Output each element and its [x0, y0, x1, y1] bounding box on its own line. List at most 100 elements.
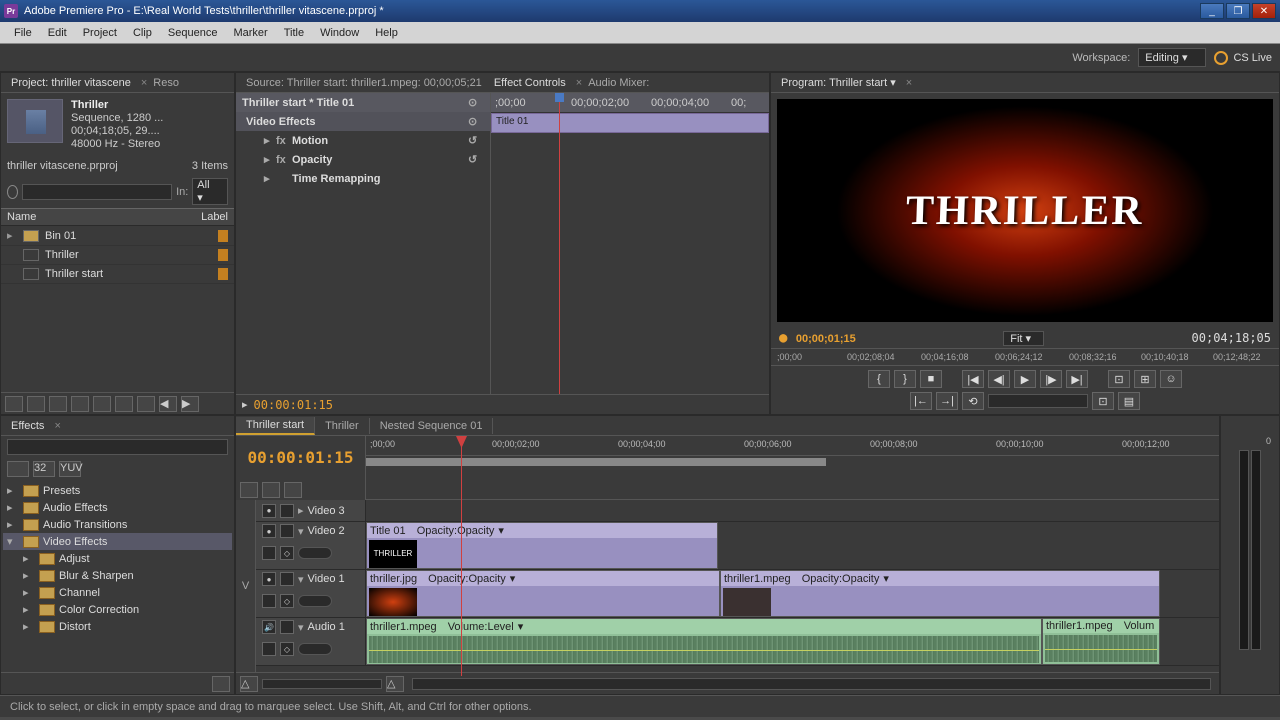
- track-lock-a1[interactable]: [280, 620, 294, 634]
- effects-32bit-button[interactable]: 32: [33, 461, 55, 477]
- mark-in-button[interactable]: {: [868, 370, 890, 388]
- clip-title01[interactable]: Title 01 Opacity:Opacity ▾ THRILLER: [366, 522, 718, 569]
- prev-button[interactable]: ◀: [159, 396, 177, 412]
- effect-time-remap[interactable]: Time Remapping: [292, 173, 484, 185]
- menu-marker[interactable]: Marker: [225, 25, 275, 41]
- collapse-icon[interactable]: ▾: [298, 525, 304, 538]
- find-button[interactable]: [71, 396, 89, 412]
- resource-tab[interactable]: Reso: [147, 75, 185, 91]
- project-tab[interactable]: Project: thriller vitascene: [5, 75, 137, 91]
- go-to-in-button[interactable]: |◀: [962, 370, 984, 388]
- new-bin-button[interactable]: [93, 396, 111, 412]
- rec-a1[interactable]: [262, 642, 276, 656]
- program-tab-close[interactable]: ×: [906, 77, 912, 89]
- column-label-header[interactable]: Label: [201, 211, 228, 223]
- step-forward-button[interactable]: |▶: [1040, 370, 1062, 388]
- ec-clip-bar[interactable]: Title 01: [491, 113, 769, 133]
- snap-button[interactable]: [240, 482, 258, 498]
- list-view-button[interactable]: [5, 396, 23, 412]
- zoom-in-button[interactable]: △: [386, 676, 404, 692]
- prev-edit-button[interactable]: |←: [910, 392, 932, 410]
- track-lane-v3[interactable]: [366, 500, 1219, 522]
- ec-ruler[interactable]: ;00;00 00;00;02;00 00;00;04;00 00;: [491, 93, 769, 113]
- zoom-select[interactable]: Fit ▾: [1003, 331, 1044, 346]
- program-viewer[interactable]: THRILLER: [777, 99, 1273, 322]
- next-edit-button[interactable]: →|: [936, 392, 958, 410]
- marker-button[interactable]: [262, 482, 280, 498]
- clip-thriller-jpg[interactable]: thriller.jpg Opacity:Opacity ▾: [366, 570, 720, 617]
- timeline-tab-thriller[interactable]: Thriller: [315, 418, 370, 434]
- menu-help[interactable]: Help: [367, 25, 406, 41]
- tree-folder-video-effects[interactable]: ▾ Video Effects: [3, 533, 232, 550]
- track-eye-v1[interactable]: ●: [262, 572, 276, 586]
- ec-playhead[interactable]: [559, 93, 560, 394]
- toggle-icon[interactable]: ⊙: [468, 115, 484, 128]
- timeline-ruler[interactable]: ;00;00 00;00;02;00 00;00;04;00 00;00;06;…: [366, 436, 1219, 456]
- ec-timecode[interactable]: 00:00:01:15: [254, 398, 333, 412]
- tree-folder-audio-effects[interactable]: ▸ Audio Effects: [3, 499, 232, 516]
- new-item-button[interactable]: [115, 396, 133, 412]
- icon-view-button[interactable]: [27, 396, 45, 412]
- set-marker-button[interactable]: ■: [920, 370, 942, 388]
- track-lane-v2[interactable]: Title 01 Opacity:Opacity ▾ THRILLER: [366, 522, 1219, 570]
- timeline-tab-thriller-start[interactable]: Thriller start: [236, 417, 315, 435]
- tree-folder-adjust[interactable]: ▸ Adjust: [3, 550, 232, 567]
- disclosure-icon[interactable]: ▸: [264, 172, 276, 185]
- clip-thriller1-audio2[interactable]: thriller1.mpeg Volum: [1042, 618, 1160, 665]
- menu-file[interactable]: File: [6, 25, 40, 41]
- effect-motion[interactable]: Motion: [292, 135, 468, 147]
- disclosure-icon[interactable]: ▸: [7, 501, 19, 514]
- effects-search-input[interactable]: [7, 439, 228, 455]
- menu-edit[interactable]: Edit: [40, 25, 75, 41]
- track-volume-slider-a1[interactable]: [298, 643, 332, 655]
- menu-clip[interactable]: Clip: [125, 25, 160, 41]
- effects-yuv-button[interactable]: YUV: [59, 461, 81, 477]
- tree-folder-channel[interactable]: ▸ Channel: [3, 584, 232, 601]
- track-lane-v1[interactable]: thriller.jpg Opacity:Opacity ▾ thriller1…: [366, 570, 1219, 618]
- next-button[interactable]: ▶: [181, 396, 199, 412]
- list-item[interactable]: Thriller start: [1, 265, 234, 284]
- close-button[interactable]: ✕: [1252, 3, 1276, 19]
- menu-sequence[interactable]: Sequence: [160, 25, 226, 41]
- program-ruler[interactable]: ;00;00 00;02;08;04 00;04;16;08 00;06;24;…: [771, 348, 1279, 366]
- safe-margins-button[interactable]: ⊡: [1092, 392, 1114, 410]
- automate-button[interactable]: [49, 396, 67, 412]
- extract-button[interactable]: ⊞: [1134, 370, 1156, 388]
- track-eye-v3[interactable]: ●: [262, 504, 276, 518]
- keyframe-a1[interactable]: ◇: [280, 642, 294, 656]
- export-frame-button[interactable]: ☺: [1160, 370, 1182, 388]
- disclosure-icon[interactable]: ▸: [7, 518, 19, 531]
- mark-out-button[interactable]: }: [894, 370, 916, 388]
- disclosure-icon[interactable]: ▸: [264, 134, 276, 147]
- timeline-tab-nested[interactable]: Nested Sequence 01: [370, 418, 494, 434]
- track-speaker-a1[interactable]: 🔊: [262, 620, 276, 634]
- project-search-input[interactable]: [22, 184, 172, 200]
- menu-window[interactable]: Window: [312, 25, 367, 41]
- collapse-icon[interactable]: ▸: [298, 504, 304, 517]
- effects-filter-button[interactable]: [7, 461, 29, 477]
- zoom-out-button[interactable]: △: [240, 676, 258, 692]
- step-back-button[interactable]: ◀|: [988, 370, 1010, 388]
- v-target-label[interactable]: V: [236, 500, 256, 672]
- list-item[interactable]: Thriller: [1, 246, 234, 265]
- tree-folder-blur[interactable]: ▸ Blur & Sharpen: [3, 567, 232, 584]
- disclosure-icon[interactable]: ▸: [264, 153, 276, 166]
- fx-icon[interactable]: fx: [276, 154, 292, 166]
- work-area-bar[interactable]: [366, 456, 1219, 476]
- zoom-slider[interactable]: [262, 679, 382, 689]
- menu-title[interactable]: Title: [276, 25, 312, 41]
- list-item[interactable]: ▸ Bin 01: [1, 226, 234, 246]
- menu-project[interactable]: Project: [75, 25, 125, 41]
- collapse-icon[interactable]: ▾: [298, 621, 304, 634]
- track-lane-a1[interactable]: thriller1.mpeg Volume:Level ▾ thriller1.…: [366, 618, 1219, 666]
- play-button[interactable]: ▶: [1014, 370, 1036, 388]
- keyframe-v2[interactable]: ◇: [280, 546, 294, 560]
- effects-tab-close[interactable]: ×: [54, 420, 60, 432]
- track-lock-v1[interactable]: [280, 572, 294, 586]
- disclosure-icon[interactable]: ▸: [7, 484, 19, 497]
- new-bin-button[interactable]: [212, 676, 230, 692]
- go-to-out-button[interactable]: ▶|: [1066, 370, 1088, 388]
- toggle-icon[interactable]: ⊙: [468, 96, 484, 109]
- track-opacity-slider-v2[interactable]: [298, 547, 332, 559]
- timeline-playhead[interactable]: [461, 436, 462, 676]
